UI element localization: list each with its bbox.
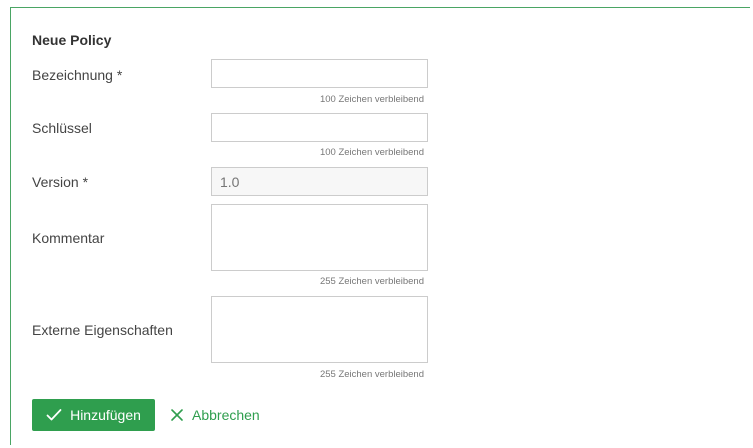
bezeichnung-label: Bezeichnung * [32, 67, 123, 83]
kommentar-label: Kommentar [32, 230, 105, 246]
kommentar-textarea[interactable] [211, 204, 428, 271]
bezeichnung-input[interactable] [211, 59, 428, 88]
version-input[interactable] [211, 167, 428, 196]
form-title: Neue Policy [32, 32, 112, 48]
close-icon [170, 408, 184, 422]
add-button-label: Hinzufügen [70, 407, 141, 423]
externe-eigenschaften-hint: 255 Zeichen verbleibend [319, 369, 424, 380]
add-button[interactable]: Hinzufügen [32, 399, 155, 431]
schluessel-input[interactable] [211, 113, 428, 142]
externe-eigenschaften-label: Externe Eigenschaften [32, 322, 173, 338]
externe-eigenschaften-textarea[interactable] [211, 296, 428, 363]
check-icon [46, 408, 62, 422]
schluessel-label: Schlüssel [32, 120, 92, 136]
cancel-button[interactable]: Abbrechen [166, 399, 264, 431]
schluessel-hint: 100 Zeichen verbleibend [319, 147, 424, 158]
bezeichnung-hint: 100 Zeichen verbleibend [319, 94, 424, 105]
version-label: Version * [32, 174, 89, 190]
cancel-button-label: Abbrechen [192, 407, 260, 423]
kommentar-hint: 255 Zeichen verbleibend [319, 276, 424, 287]
